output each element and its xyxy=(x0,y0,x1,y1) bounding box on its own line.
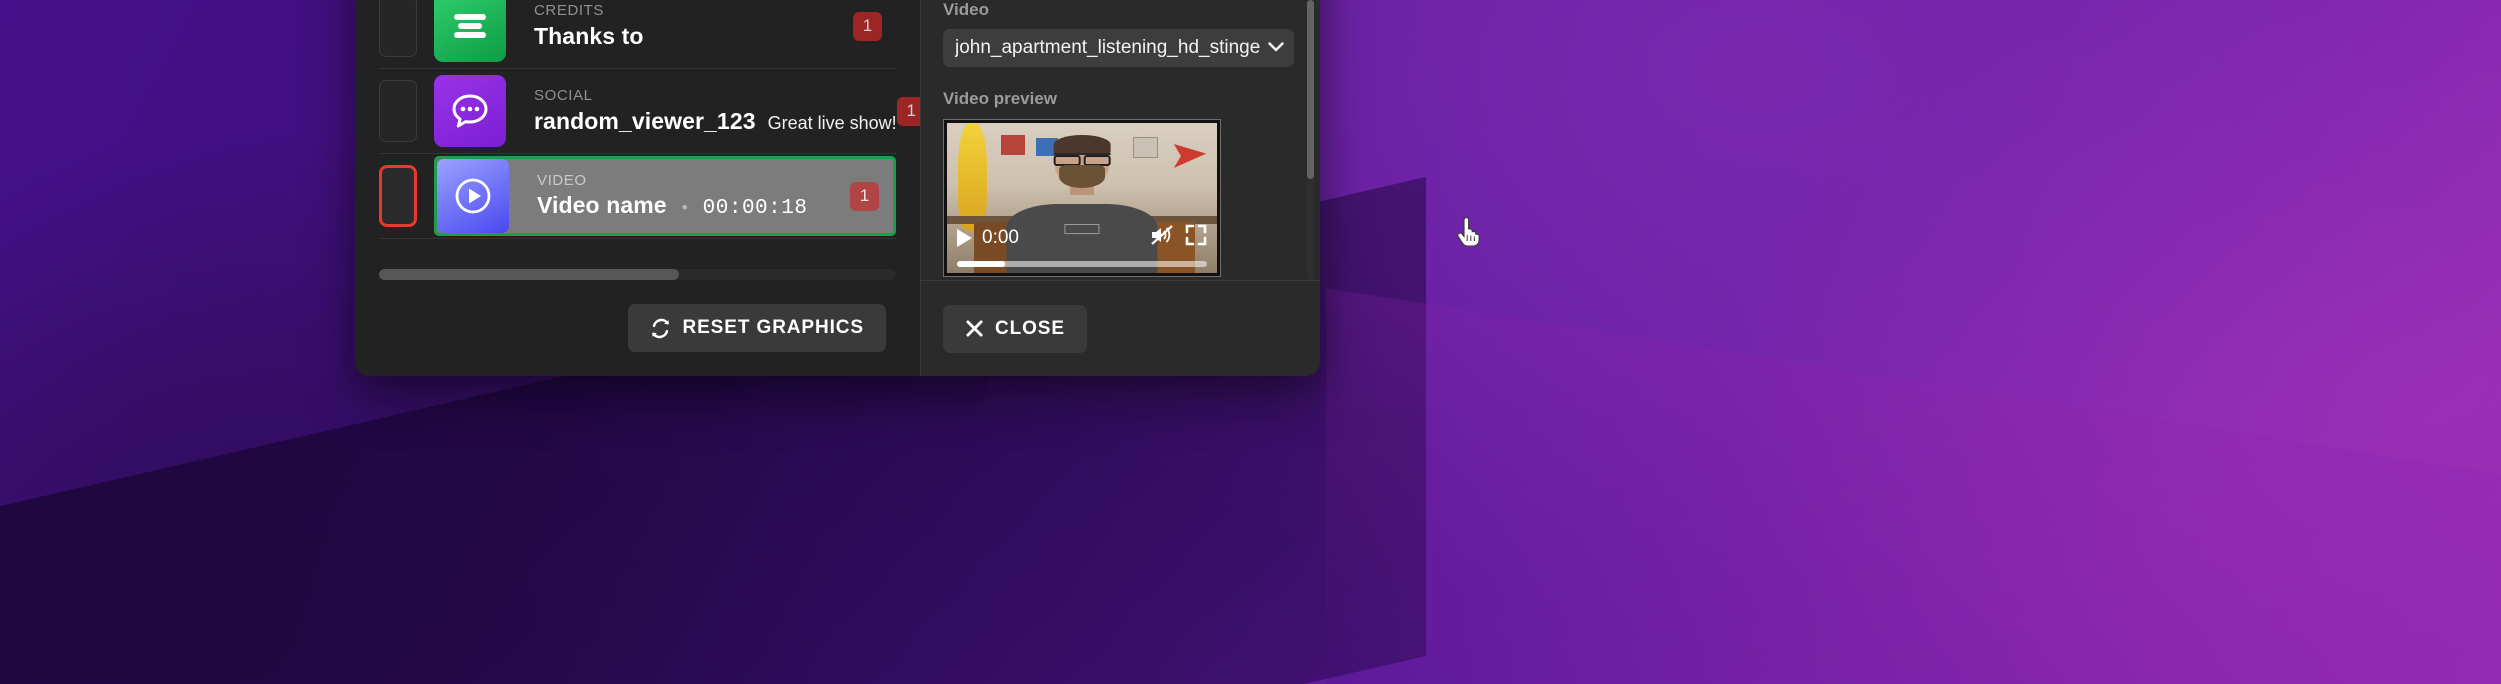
separator-dot: • xyxy=(681,198,688,218)
mute-icon[interactable] xyxy=(1149,224,1175,251)
scene-person-glasses xyxy=(1053,153,1111,166)
close-icon xyxy=(965,319,984,338)
row-body[interactable]: SOCIAL random_viewer_123 Great live show… xyxy=(434,75,920,148)
row-text: SOCIAL random_viewer_123 Great live show… xyxy=(506,87,897,135)
properties-scroll-area: Video john_apartment_listening_hd_stinge… xyxy=(921,0,1320,280)
close-label: CLOSE xyxy=(995,317,1065,339)
row-body[interactable]: CREDITS Thanks to 1 xyxy=(434,0,896,63)
row-kicker: SOCIAL xyxy=(534,87,593,105)
row-title: Thanks to xyxy=(534,22,644,49)
row-toggle-cell-active[interactable] xyxy=(379,165,417,227)
video-select-value: john_apartment_listening_hd_stinger_3 xyxy=(955,37,1260,58)
row-text: VIDEO Video name • 00:00:18 xyxy=(509,172,850,221)
table-row[interactable]: CREDITS Thanks to 1 xyxy=(379,0,896,69)
video-controls-overlay: 0:00 xyxy=(947,204,1217,273)
scene-person-hair xyxy=(1053,135,1111,155)
row-subtitle: Great live show! xyxy=(767,112,897,133)
scene-wall-art-1 xyxy=(1001,135,1026,155)
scene-wall-art-3 xyxy=(1133,136,1158,158)
graphics-list-pane: CREDITS Thanks to 1 SOCIAL random_viewer… xyxy=(355,0,920,376)
row-body-highlighted[interactable]: VIDEO Video name • 00:00:18 1 xyxy=(434,156,896,236)
credits-lines-icon xyxy=(434,0,506,62)
fullscreen-icon[interactable] xyxy=(1185,224,1207,251)
vertical-scrollbar-thumb[interactable] xyxy=(1307,0,1314,180)
list-footer: RESET GRAPHICS xyxy=(355,280,920,376)
horizontal-scrollbar-thumb[interactable] xyxy=(379,269,679,280)
row-timecode: 00:00:18 xyxy=(702,197,808,221)
properties-footer: CLOSE xyxy=(921,280,1320,376)
video-field-label: Video xyxy=(943,0,989,19)
video-frame: 0:00 xyxy=(947,123,1217,273)
row-text: CREDITS Thanks to xyxy=(506,2,853,50)
row-title: random_viewer_123 xyxy=(534,107,756,134)
properties-pane: Video john_apartment_listening_hd_stinge… xyxy=(920,0,1320,376)
chevron-down-icon xyxy=(1268,41,1284,56)
refresh-icon xyxy=(650,318,671,339)
video-controls-row: 0:00 xyxy=(955,224,1209,251)
status-badge: 1 xyxy=(850,181,879,211)
vertical-scrollbar[interactable] xyxy=(1307,0,1314,280)
row-title-line: random_viewer_123 Great live show! xyxy=(534,108,897,135)
play-circle-icon xyxy=(437,159,509,233)
video-current-time: 0:00 xyxy=(982,226,1019,248)
reset-graphics-button[interactable]: RESET GRAPHICS xyxy=(628,304,886,352)
table-row[interactable]: SOCIAL random_viewer_123 Great live show… xyxy=(379,69,920,154)
scene-person-beard xyxy=(1059,165,1105,188)
graphics-control-modal: CREDITS Thanks to 1 SOCIAL random_viewer… xyxy=(355,0,1320,376)
table-row-selected[interactable]: VIDEO Video name • 00:00:18 1 xyxy=(379,154,896,239)
row-toggle-cell[interactable] xyxy=(379,80,417,142)
row-kicker: CREDITS xyxy=(534,2,605,20)
row-toggle-cell[interactable] xyxy=(379,0,417,57)
play-icon[interactable] xyxy=(957,228,972,247)
row-title-line: Thanks to xyxy=(534,23,853,50)
row-title-line: Video name • 00:00:18 xyxy=(537,192,850,220)
row-title: Video name xyxy=(537,192,667,219)
close-button[interactable]: CLOSE xyxy=(943,304,1087,353)
horizontal-scrollbar[interactable] xyxy=(379,269,896,280)
video-select[interactable]: john_apartment_listening_hd_stinger_3 xyxy=(943,29,1294,67)
video-preview-label: Video preview xyxy=(943,89,1058,108)
video-progress-fill xyxy=(957,261,1005,267)
graphics-list[interactable]: CREDITS Thanks to 1 SOCIAL random_viewer… xyxy=(355,0,920,255)
row-kicker: VIDEO xyxy=(537,171,587,189)
video-progress-bar[interactable] xyxy=(957,261,1207,267)
chat-bubble-icon xyxy=(434,75,506,147)
status-badge: 1 xyxy=(896,96,920,126)
reset-graphics-label: RESET GRAPHICS xyxy=(682,317,864,338)
status-badge: 1 xyxy=(853,11,882,41)
video-preview-player[interactable]: 0:00 xyxy=(943,119,1221,277)
